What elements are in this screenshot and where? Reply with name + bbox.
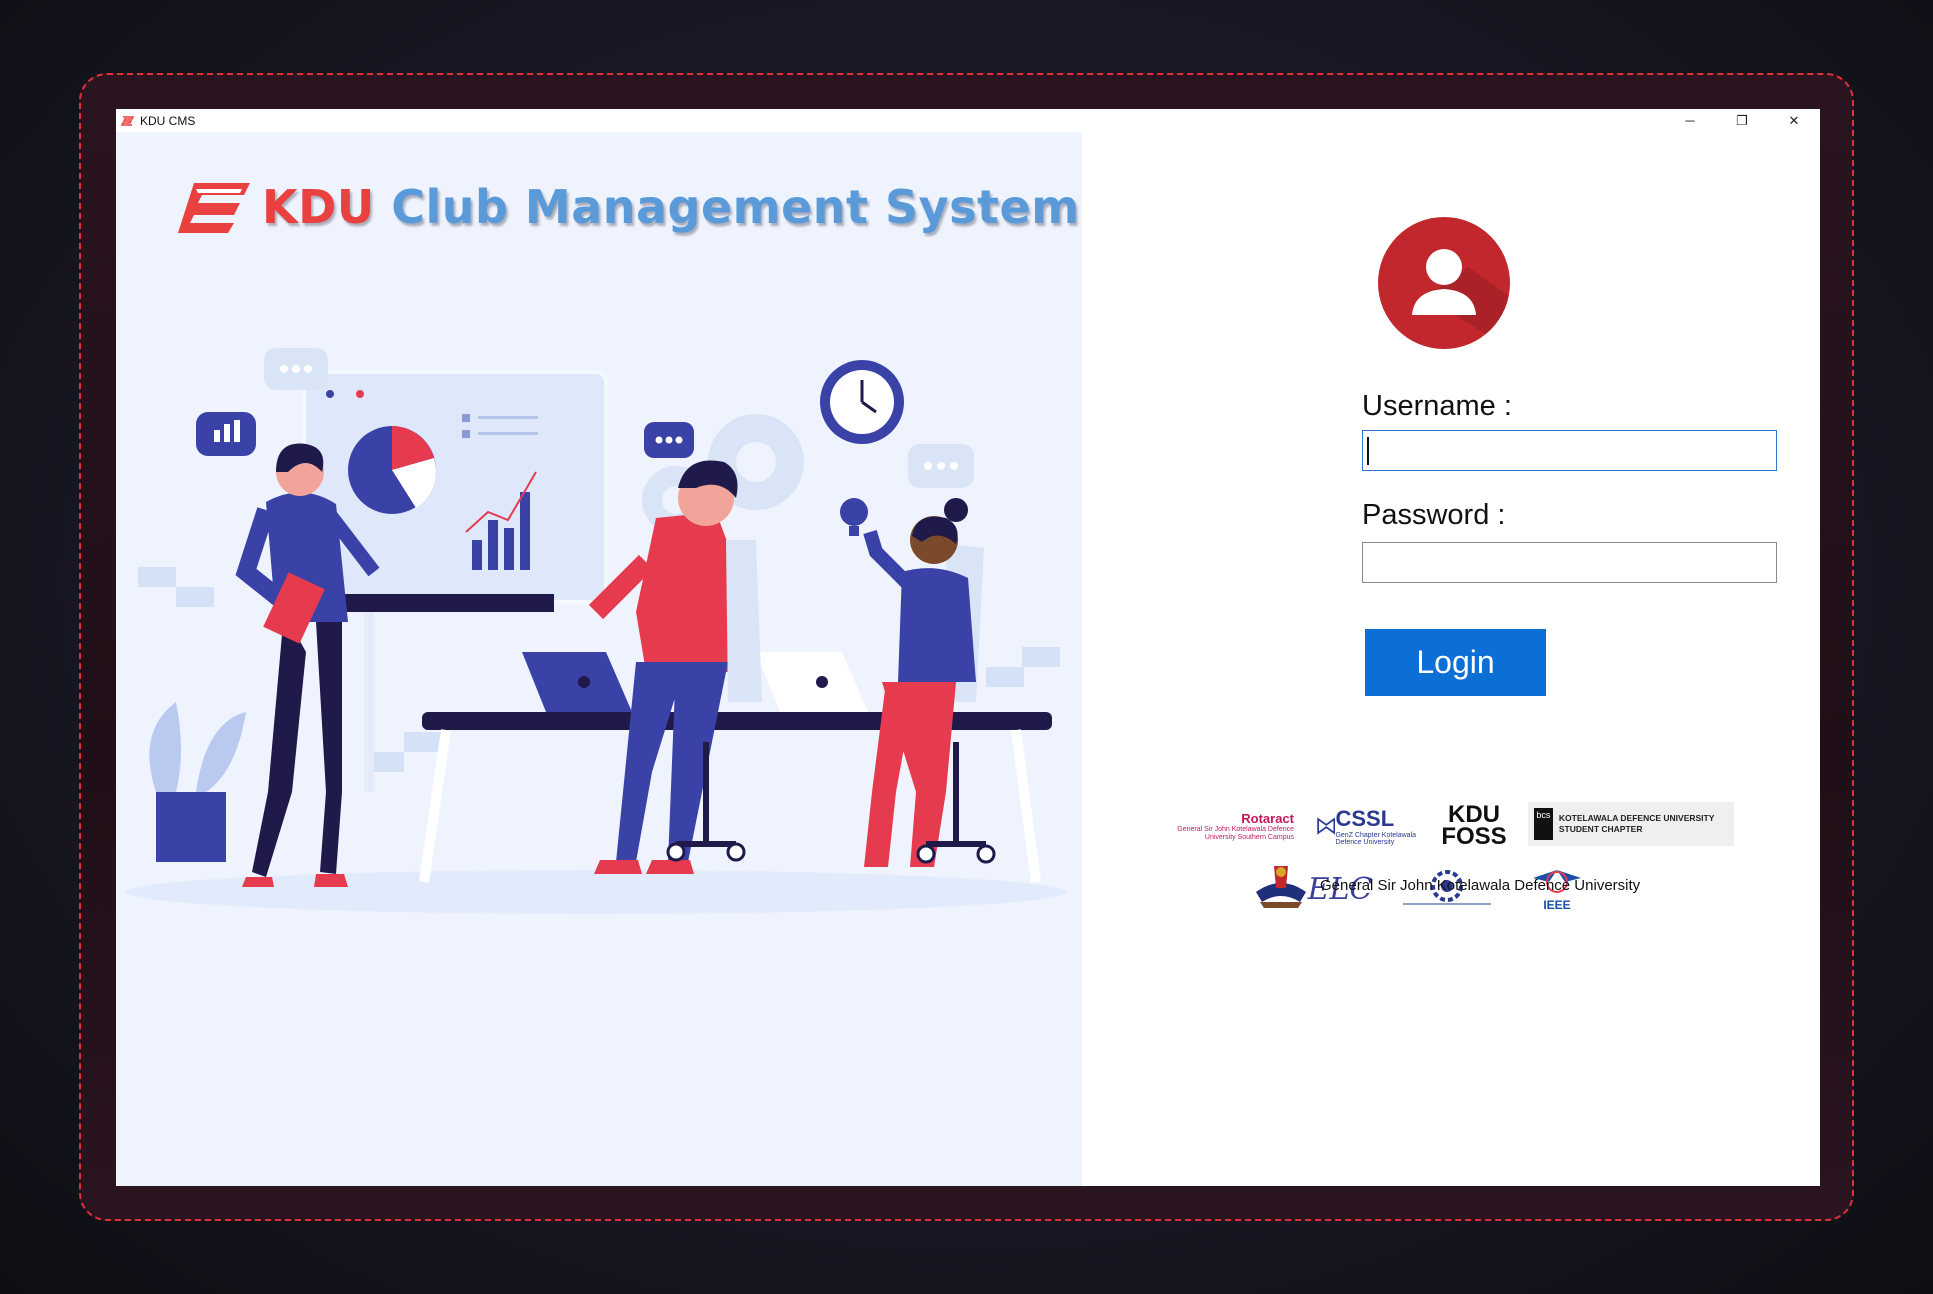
rotaract-subtitle: General Sir John Kotelawala Defence Univ… xyxy=(1177,825,1294,841)
cssl-title: CSSL xyxy=(1335,806,1395,831)
cssl-subtitle: GenZ Chapter Kotelawala Defence Universi… xyxy=(1335,832,1417,846)
login-button[interactable]: Login xyxy=(1365,629,1546,696)
window-controls: ─ ❐ ✕ xyxy=(1664,109,1820,132)
kdu-foss-line2: FOSS xyxy=(1441,823,1507,850)
kdu-foss-logo: KDU FOSS xyxy=(1441,802,1507,850)
password-label: Password : xyxy=(1362,499,1506,531)
close-button[interactable]: ✕ xyxy=(1768,109,1820,132)
cssl-emblem-icon xyxy=(1317,817,1336,835)
window-title: KDU CMS xyxy=(140,113,196,128)
restore-button[interactable]: ❐ xyxy=(1716,109,1768,132)
app-title-kdu: KDU xyxy=(262,180,375,234)
university-name: General Sir John Kotelawala Defence Univ… xyxy=(1320,876,1641,894)
bcs-mark: bcs xyxy=(1534,808,1553,840)
login-pane: Username : Password : Login Rotaract Gen… xyxy=(1082,132,1820,1186)
minimize-button[interactable]: ─ xyxy=(1664,109,1716,132)
title-bar: KDU CMS ─ ❐ ✕ xyxy=(116,109,1820,132)
cssl-logo: CSSL GenZ Chapter Kotelawala Defence Uni… xyxy=(1317,804,1417,848)
rotaract-title: Rotaract xyxy=(1241,810,1294,826)
team-meeting-illustration xyxy=(126,348,1066,914)
app-title-rest: Club Management System xyxy=(391,180,1080,234)
username-label: Username : xyxy=(1362,390,1512,422)
university-crest: General Sir John Kotelawala Defence Univ… xyxy=(1252,862,1640,908)
kdu-crest-icon xyxy=(1256,866,1306,908)
rotaract-logo: Rotaract General Sir John Kotelawala Def… xyxy=(1162,802,1294,850)
user-avatar-icon xyxy=(1378,217,1510,349)
username-input[interactable] xyxy=(1362,430,1777,471)
bcs-logo: bcs KOTELAWALA DEFENCE UNIVERSITY STUDEN… xyxy=(1528,802,1734,846)
app-window: KDU CMS ─ ❐ ✕ KDU Club Management System xyxy=(116,109,1820,1186)
kdu-cms-logo-icon xyxy=(120,114,134,128)
text-caret xyxy=(1367,437,1369,465)
bcs-text: KOTELAWALA DEFENCE UNIVERSITY STUDENT CH… xyxy=(1558,813,1715,834)
kdu-cms-logo-icon xyxy=(178,183,250,233)
app-heading: KDU Club Management System xyxy=(176,172,1080,242)
password-input[interactable] xyxy=(1362,542,1777,583)
left-pane: KDU Club Management System xyxy=(116,132,1082,1186)
app-title: KDU Club Management System xyxy=(262,180,1080,234)
